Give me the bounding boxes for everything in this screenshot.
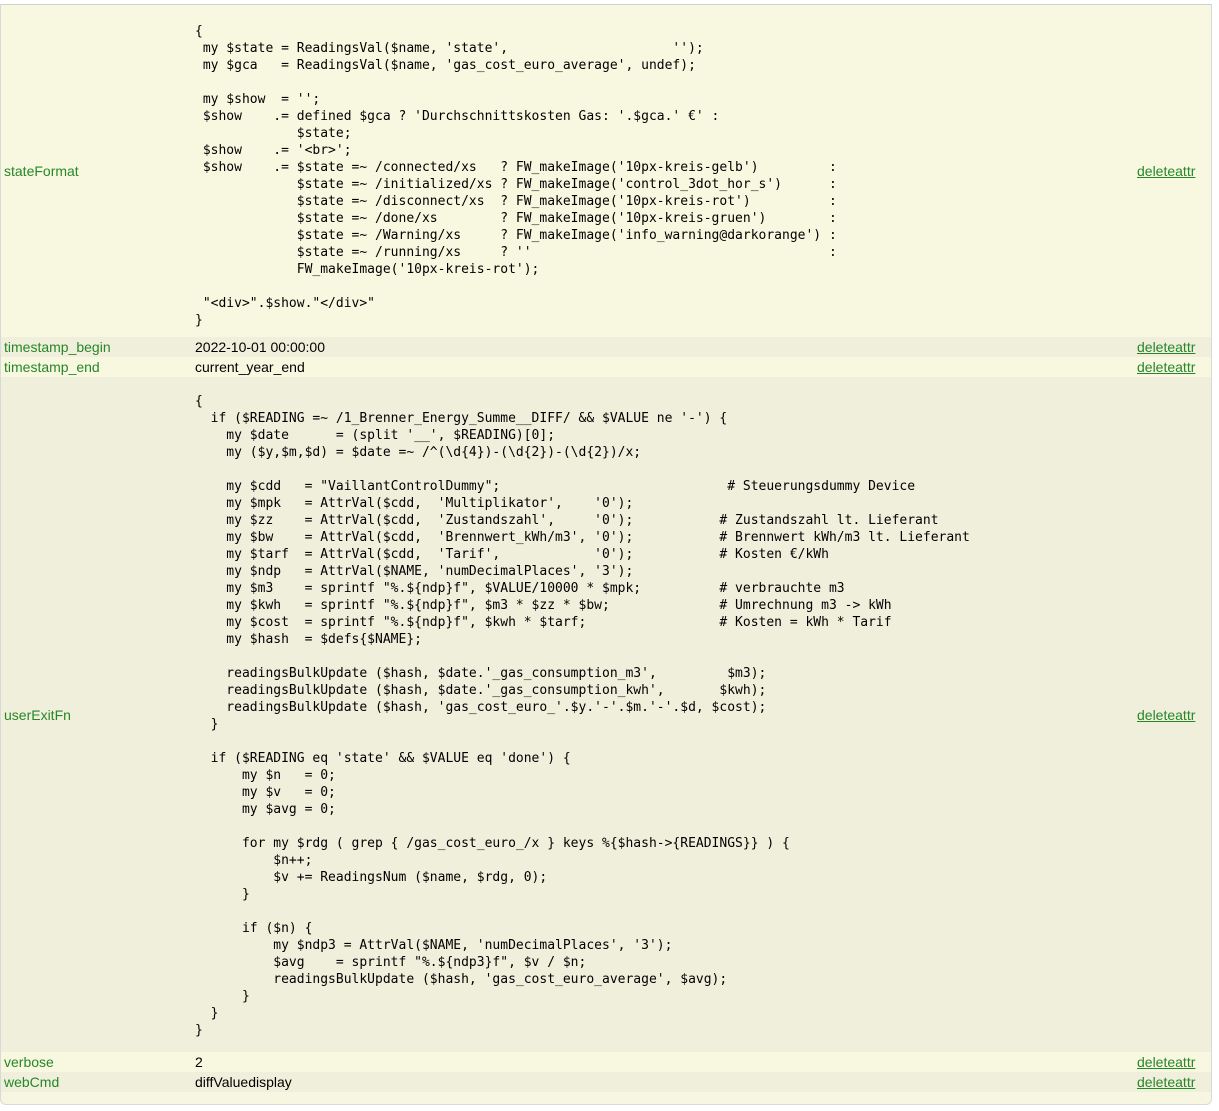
attribute-action: deleteattr bbox=[1134, 337, 1211, 357]
attribute-action: deleteattr bbox=[1134, 1072, 1211, 1092]
attribute-name: timestamp_begin bbox=[1, 337, 191, 357]
attribute-action: deleteattr bbox=[1134, 5, 1211, 337]
attribute-row-webcmd: webCmd diffValuedisplay deleteattr bbox=[1, 1072, 1211, 1092]
attribute-value: 2 bbox=[191, 1052, 1134, 1072]
attribute-row-verbose: verbose 2 deleteattr bbox=[1, 1052, 1211, 1072]
attribute-value: current_year_end bbox=[191, 357, 1134, 377]
deleteattr-link-userexitfn[interactable]: deleteattr bbox=[1137, 707, 1195, 723]
deleteattr-link-timestamp-end[interactable]: deleteattr bbox=[1137, 359, 1195, 375]
deleteattr-link-timestamp-begin[interactable]: deleteattr bbox=[1137, 339, 1195, 355]
attribute-name: verbose bbox=[1, 1052, 191, 1072]
attribute-row-timestamp-end: timestamp_end current_year_end deleteatt… bbox=[1, 357, 1211, 377]
attribute-row-stateformat: stateFormat { my $state = ReadingsVal($n… bbox=[1, 5, 1211, 337]
attribute-action: deleteattr bbox=[1134, 1052, 1211, 1072]
attribute-code: { my $state = ReadingsVal($name, 'state'… bbox=[195, 24, 837, 328]
attribute-action: deleteattr bbox=[1134, 377, 1211, 1052]
attribute-row-timestamp-begin: timestamp_begin 2022-10-01 00:00:00 dele… bbox=[1, 337, 1211, 357]
attribute-code: { if ($READING =~ /1_Brenner_Energy_Summ… bbox=[195, 394, 970, 1038]
attribute-name: userExitFn bbox=[1, 377, 191, 1052]
attribute-name: timestamp_end bbox=[1, 357, 191, 377]
attribute-name: stateFormat bbox=[1, 5, 191, 337]
attribute-value: diffValuedisplay bbox=[191, 1072, 1134, 1092]
deleteattr-link-webcmd[interactable]: deleteattr bbox=[1137, 1074, 1195, 1090]
attribute-action: deleteattr bbox=[1134, 357, 1211, 377]
attribute-value: { my $state = ReadingsVal($name, 'state'… bbox=[191, 5, 1134, 337]
attributes-table: stateFormat { my $state = ReadingsVal($n… bbox=[1, 5, 1211, 1092]
deleteattr-link-stateformat[interactable]: deleteattr bbox=[1137, 163, 1195, 179]
attribute-row-userexitfn: userExitFn { if ($READING =~ /1_Brenner_… bbox=[1, 377, 1211, 1052]
attribute-value: 2022-10-01 00:00:00 bbox=[191, 337, 1134, 357]
attribute-name: webCmd bbox=[1, 1072, 191, 1092]
attribute-value: { if ($READING =~ /1_Brenner_Energy_Summ… bbox=[191, 377, 1134, 1052]
deleteattr-link-verbose[interactable]: deleteattr bbox=[1137, 1054, 1195, 1070]
attributes-panel: stateFormat { my $state = ReadingsVal($n… bbox=[0, 4, 1212, 1105]
